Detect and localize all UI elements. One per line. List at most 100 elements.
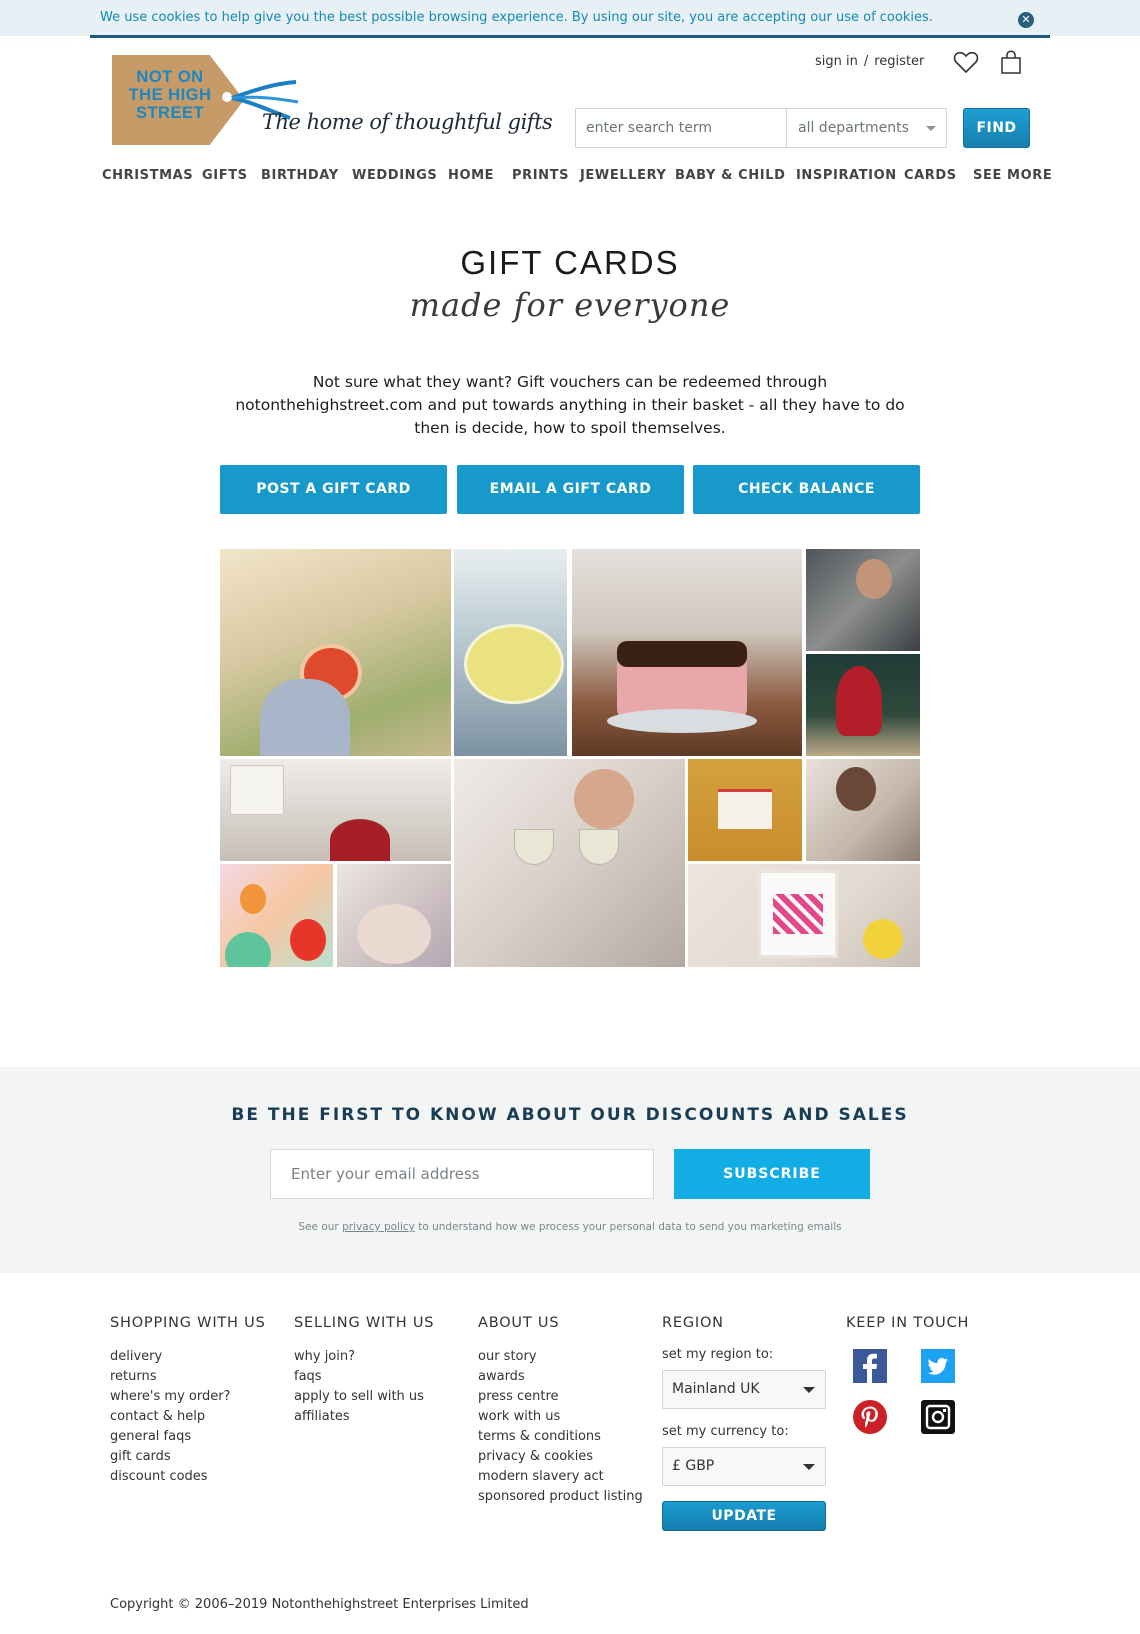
- nav-item-home[interactable]: HOME: [448, 168, 494, 183]
- footer-link-press[interactable]: press centre: [478, 1387, 643, 1407]
- main-nav: CHRISTMAS GIFTS BIRTHDAY WEDDINGS HOME P…: [90, 168, 1052, 188]
- logo-text: NOT ON THE HIGH STREET: [128, 68, 212, 122]
- instagram-icon[interactable]: [921, 1400, 955, 1434]
- cookie-banner: We use cookies to help give you the best…: [0, 0, 1140, 38]
- photo-friends-drinks: [806, 759, 920, 861]
- post-gift-card-button[interactable]: POST A GIFT CARD: [220, 465, 447, 514]
- region-label: set my region to:: [662, 1347, 774, 1362]
- footer-heading-shopping: SHOPPING WITH US: [110, 1315, 266, 1331]
- logo-tagline: The home of thoughtful gifts: [262, 110, 553, 134]
- subscribe-button[interactable]: SUBSCRIBE: [674, 1149, 870, 1199]
- close-icon[interactable]: ✕: [1018, 12, 1034, 28]
- footer-heading-social: KEEP IN TOUCH: [846, 1315, 970, 1331]
- account-separator: /: [863, 54, 869, 69]
- currency-select-value: £ GBP: [672, 1458, 715, 1474]
- privacy-note: See our privacy policy to understand how…: [0, 1221, 1140, 1233]
- region-select-value: Mainland UK: [672, 1381, 760, 1397]
- footer-link-faqs[interactable]: faqs: [294, 1367, 434, 1387]
- nav-item-inspiration[interactable]: INSPIRATION: [796, 168, 897, 183]
- nav-item-gifts[interactable]: GIFTS: [202, 168, 248, 183]
- find-button[interactable]: FIND: [963, 108, 1030, 148]
- footer-link-awards[interactable]: awards: [478, 1367, 643, 1387]
- nav-item-christmas[interactable]: CHRISTMAS: [102, 168, 193, 183]
- site-logo[interactable]: NOT ON THE HIGH STREET The home of thoug…: [112, 52, 553, 156]
- region-select[interactable]: Mainland UK: [662, 1370, 826, 1409]
- cookie-banner-inner: We use cookies to help give you the best…: [90, 0, 1050, 38]
- footer-col-region: REGION set my region to: Mainland UK set…: [662, 1315, 826, 1531]
- email-field[interactable]: [270, 1149, 654, 1199]
- nav-item-baby-child[interactable]: BABY & CHILD: [675, 168, 786, 183]
- footer-link-our-story[interactable]: our story: [478, 1347, 643, 1367]
- photo-champagne-toast: [454, 759, 685, 967]
- photo-baby-gift: [220, 759, 451, 861]
- footer-link-general-faqs[interactable]: general faqs: [110, 1427, 266, 1447]
- department-select-value: all departments: [798, 120, 909, 136]
- footer-col-shopping: SHOPPING WITH US delivery returns where'…: [110, 1315, 266, 1487]
- nav-item-cards[interactable]: CARDS: [904, 168, 957, 183]
- currency-select[interactable]: £ GBP: [662, 1447, 826, 1486]
- footer-link-why-join[interactable]: why join?: [294, 1347, 434, 1367]
- footer-link-wheres-order[interactable]: where's my order?: [110, 1387, 266, 1407]
- facebook-icon[interactable]: [853, 1349, 887, 1383]
- newsletter-section: BE THE FIRST TO KNOW ABOUT OUR DISCOUNTS…: [0, 1067, 1140, 1273]
- chevron-down-icon: [803, 1387, 815, 1393]
- photo-child-embroidery: [220, 549, 451, 756]
- account-links: sign in / register: [815, 54, 924, 69]
- check-balance-button[interactable]: CHECK BALANCE: [693, 465, 920, 514]
- footer-col-social: KEEP IN TOUCH: [846, 1315, 969, 1347]
- sign-in-link[interactable]: sign in: [815, 54, 858, 69]
- footer-link-delivery[interactable]: delivery: [110, 1347, 266, 1367]
- footer-link-discount[interactable]: discount codes: [110, 1467, 266, 1487]
- email-gift-card-button[interactable]: EMAIL A GIFT CARD: [457, 465, 684, 514]
- footer-link-affiliates[interactable]: affiliates: [294, 1407, 434, 1427]
- nav-item-prints[interactable]: PRINTS: [512, 168, 569, 183]
- photo-heart-print: [688, 864, 920, 967]
- department-select[interactable]: all departments: [788, 109, 946, 147]
- photo-collage: [220, 549, 920, 967]
- copyright: Copyright © 2006–2019 Notonthehighstreet…: [110, 1597, 529, 1612]
- search-bar: all departments: [575, 108, 947, 148]
- nav-item-jewellery[interactable]: JEWELLERY: [580, 168, 667, 183]
- cookie-message: We use cookies to help give you the best…: [100, 10, 933, 25]
- page-description: Not sure what they want? Gift vouchers c…: [235, 373, 905, 437]
- photo-balloons: [220, 864, 333, 967]
- newsletter-title: BE THE FIRST TO KNOW ABOUT OUR DISCOUNTS…: [231, 1105, 909, 1125]
- nav-item-weddings[interactable]: WEDDINGS: [352, 168, 437, 183]
- basket-icon[interactable]: [1000, 49, 1022, 75]
- footer-link-apply[interactable]: apply to sell with us: [294, 1387, 434, 1407]
- page-title: GIFT CARDS: [460, 244, 680, 281]
- nav-item-birthday[interactable]: BIRTHDAY: [261, 168, 339, 183]
- photo-trinket-dish: [454, 549, 567, 756]
- footer-col-about: ABOUT US our story awards press centre w…: [478, 1315, 643, 1507]
- photo-wrapped-gift: [688, 759, 802, 861]
- currency-label: set my currency to:: [662, 1424, 789, 1439]
- heart-icon[interactable]: [953, 50, 979, 74]
- footer-link-privacy[interactable]: privacy & cookies: [478, 1447, 643, 1467]
- twitter-icon[interactable]: [921, 1349, 955, 1383]
- privacy-policy-link[interactable]: privacy policy: [342, 1221, 415, 1233]
- photo-groom-buttonhole: [806, 549, 920, 651]
- privacy-note-suffix: to understand how we process your person…: [414, 1221, 842, 1233]
- photo-knitted-hat: [806, 654, 920, 756]
- footer-link-sponsored[interactable]: sponsored product listing: [478, 1487, 643, 1507]
- photo-drip-cake: [572, 549, 802, 756]
- footer-link-returns[interactable]: returns: [110, 1367, 266, 1387]
- footer-heading-about: ABOUT US: [478, 1315, 560, 1331]
- register-link[interactable]: register: [874, 54, 924, 69]
- pinterest-icon[interactable]: [853, 1400, 887, 1434]
- search-input[interactable]: [576, 109, 787, 147]
- footer-link-work-with-us[interactable]: work with us: [478, 1407, 643, 1427]
- footer-link-terms[interactable]: terms & conditions: [478, 1427, 643, 1447]
- page-subtitle-script: made for everyone: [409, 286, 731, 324]
- update-button[interactable]: UPDATE: [662, 1501, 826, 1531]
- photo-bouquet: [337, 864, 451, 967]
- footer-link-contact[interactable]: contact & help: [110, 1407, 266, 1427]
- nav-item-see-more[interactable]: SEE MORE: [973, 168, 1052, 183]
- footer-link-gift-cards[interactable]: gift cards: [110, 1447, 266, 1467]
- footer-link-slavery-act[interactable]: modern slavery act: [478, 1467, 643, 1487]
- footer-col-selling: SELLING WITH US why join? faqs apply to …: [294, 1315, 434, 1427]
- footer-heading-selling: SELLING WITH US: [294, 1315, 435, 1331]
- privacy-note-prefix: See our: [298, 1221, 343, 1233]
- chevron-down-icon: [803, 1464, 815, 1470]
- footer-heading-region: REGION: [662, 1315, 724, 1331]
